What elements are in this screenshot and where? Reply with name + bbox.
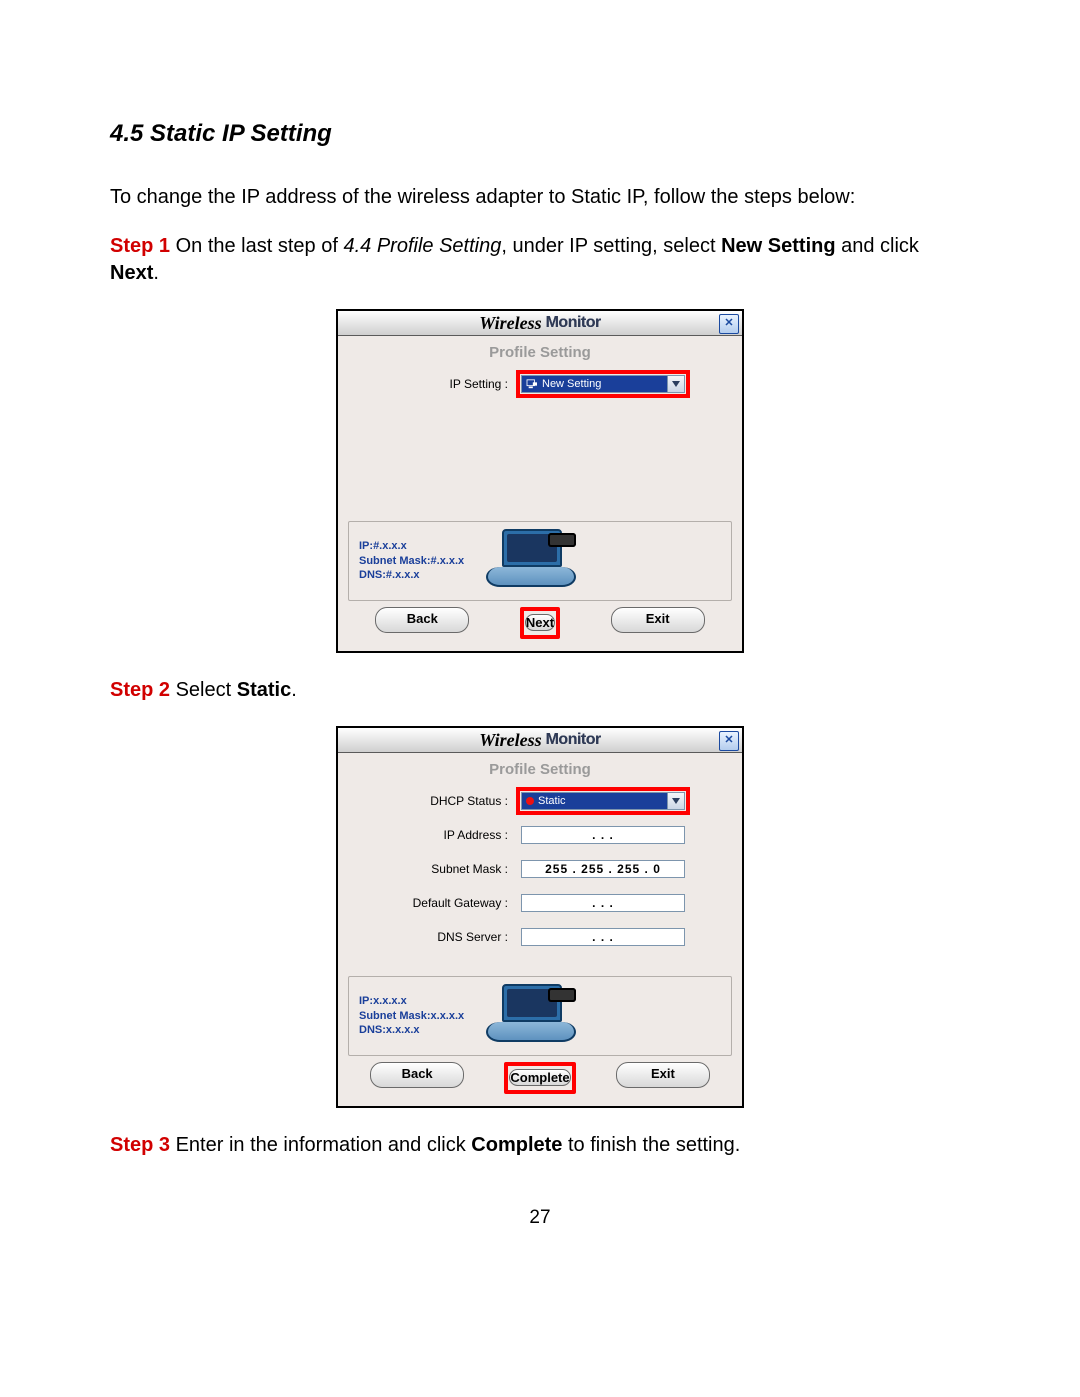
brand-wireless: Wireless: [479, 313, 541, 334]
titlebar: Wireless Monitor ✕: [338, 311, 742, 336]
button-row: Back Next Exit: [348, 601, 732, 643]
row-subnet-mask: Subnet Mask : 255 . 255 . 255 . 0: [348, 852, 732, 886]
ip-address-input[interactable]: . . .: [521, 826, 685, 844]
ip-prefix: IP:: [359, 540, 373, 552]
dns-val: x.x.x.x: [386, 1024, 420, 1036]
monitor-icon: [526, 379, 538, 389]
highlight: Static: [516, 787, 690, 815]
ip-address-label: IP Address :: [390, 828, 508, 842]
step1-label: Step 1: [110, 235, 170, 257]
exit-button[interactable]: Exit: [611, 607, 705, 633]
highlight: New Setting: [516, 370, 690, 398]
dot-icon: [526, 797, 534, 805]
wireless-monitor-dialog: Wireless Monitor ✕ Profile Setting DHCP …: [336, 726, 744, 1108]
mask-prefix: Subnet Mask:: [359, 555, 431, 567]
mask-val: x.x.x.x: [431, 1010, 465, 1022]
dialog-body: Profile Setting IP Setting : New Setting: [338, 336, 742, 651]
ip-info: IP:#.x.x.x Subnet Mask:#.x.x.x DNS:#.x.x…: [359, 539, 464, 584]
t: to finish the setting.: [562, 1134, 740, 1156]
t: and click: [836, 235, 919, 257]
info-panel: IP:x.x.x.x Subnet Mask:x.x.x.x DNS:x.x.x…: [348, 976, 732, 1056]
dns-prefix: DNS:: [359, 1024, 386, 1036]
highlight: Next: [520, 607, 560, 639]
step2-bold1: Static: [237, 679, 291, 701]
spacer: [348, 954, 732, 976]
dhcp-status-combo[interactable]: Static: [521, 792, 685, 810]
close-button[interactable]: ✕: [719, 314, 739, 334]
next-button[interactable]: Next: [525, 614, 555, 631]
screenshot-2: Wireless Monitor ✕ Profile Setting DHCP …: [110, 726, 970, 1108]
intro-text: To change the IP address of the wireless…: [110, 184, 970, 211]
laptop-icon: [482, 984, 577, 1048]
form-area: DHCP Status : Static: [348, 784, 732, 954]
t: Enter in the information and click: [170, 1134, 471, 1156]
row-ip-setting: IP Setting : New Setting: [348, 367, 732, 401]
ip-prefix: IP:: [359, 995, 373, 1007]
ip-val: x.x.x.x: [373, 995, 407, 1007]
dialog-subheading: Profile Setting: [348, 757, 732, 784]
t: Select: [170, 679, 237, 701]
exit-button[interactable]: Exit: [616, 1062, 710, 1088]
t: , under IP setting, select: [501, 235, 721, 257]
chevron-down-icon[interactable]: [667, 793, 684, 809]
spacer: [348, 401, 732, 521]
back-button[interactable]: Back: [370, 1062, 464, 1088]
step1-bold1: New Setting: [721, 235, 835, 257]
default-gateway-input[interactable]: . . .: [521, 894, 685, 912]
button-row: Back Complete Exit: [348, 1056, 732, 1098]
ip-setting-label: IP Setting :: [390, 377, 508, 391]
step1-text: Step 1 On the last step of 4.4 Profile S…: [110, 233, 970, 287]
row-dhcp-status: DHCP Status : Static: [348, 784, 732, 818]
mask-prefix: Subnet Mask:: [359, 1010, 431, 1022]
step3-text: Step 3 Enter in the information and clic…: [110, 1132, 970, 1159]
brand-wireless: Wireless: [479, 730, 541, 751]
brand-monitor: Monitor: [546, 731, 601, 749]
chevron-down-icon[interactable]: [667, 376, 684, 392]
wireless-monitor-dialog: Wireless Monitor ✕ Profile Setting IP Se…: [336, 309, 744, 653]
close-button[interactable]: ✕: [719, 731, 739, 751]
back-button[interactable]: Back: [375, 607, 469, 633]
dialog-body: Profile Setting DHCP Status : Static: [338, 753, 742, 1106]
complete-button[interactable]: Complete: [509, 1069, 570, 1086]
dns-server-input[interactable]: . . .: [521, 928, 685, 946]
page-number: 27: [110, 1207, 970, 1229]
combo-value: New Setting: [542, 378, 601, 390]
step1-ref: 4.4 Profile Setting: [343, 235, 501, 257]
t: .: [153, 262, 159, 284]
laptop-icon: [482, 529, 577, 593]
combo-value: Static: [538, 795, 566, 807]
default-gateway-label: Default Gateway :: [390, 896, 508, 910]
step1-bold2: Next: [110, 262, 153, 284]
step2-text: Step 2 Select Static.: [110, 677, 970, 704]
t: .: [291, 679, 297, 701]
dialog-subheading: Profile Setting: [348, 340, 732, 367]
step2-label: Step 2: [110, 679, 170, 701]
combo-selected: New Setting: [522, 376, 667, 392]
t: On the last step of: [170, 235, 343, 257]
step3-label: Step 3: [110, 1134, 170, 1156]
form-area: IP Setting : New Setting: [348, 367, 732, 401]
row-dns-server: DNS Server : . . .: [348, 920, 732, 954]
step3-bold1: Complete: [471, 1134, 562, 1156]
screenshot-1: Wireless Monitor ✕ Profile Setting IP Se…: [110, 309, 970, 653]
dns-prefix: DNS:: [359, 569, 386, 581]
ip-info: IP:x.x.x.x Subnet Mask:x.x.x.x DNS:x.x.x…: [359, 994, 464, 1039]
dhcp-status-label: DHCP Status :: [390, 794, 508, 808]
row-ip-address: IP Address : . . .: [348, 818, 732, 852]
mask-val: #.x.x.x: [431, 555, 465, 567]
ip-val: #.x.x.x: [373, 540, 407, 552]
combo-selected: Static: [522, 793, 667, 809]
info-panel: IP:#.x.x.x Subnet Mask:#.x.x.x DNS:#.x.x…: [348, 521, 732, 601]
titlebar: Wireless Monitor ✕: [338, 728, 742, 753]
subnet-mask-input[interactable]: 255 . 255 . 255 . 0: [521, 860, 685, 878]
brand-monitor: Monitor: [546, 314, 601, 332]
ip-setting-combo[interactable]: New Setting: [521, 375, 685, 393]
subnet-mask-label: Subnet Mask :: [390, 862, 508, 876]
dns-server-label: DNS Server :: [390, 930, 508, 944]
dns-val: #.x.x.x: [386, 569, 420, 581]
highlight: Complete: [504, 1062, 575, 1094]
row-default-gateway: Default Gateway : . . .: [348, 886, 732, 920]
section-heading: 4.5 Static IP Setting: [110, 120, 970, 148]
document-page: 4.5 Static IP Setting To change the IP a…: [0, 0, 1080, 1289]
